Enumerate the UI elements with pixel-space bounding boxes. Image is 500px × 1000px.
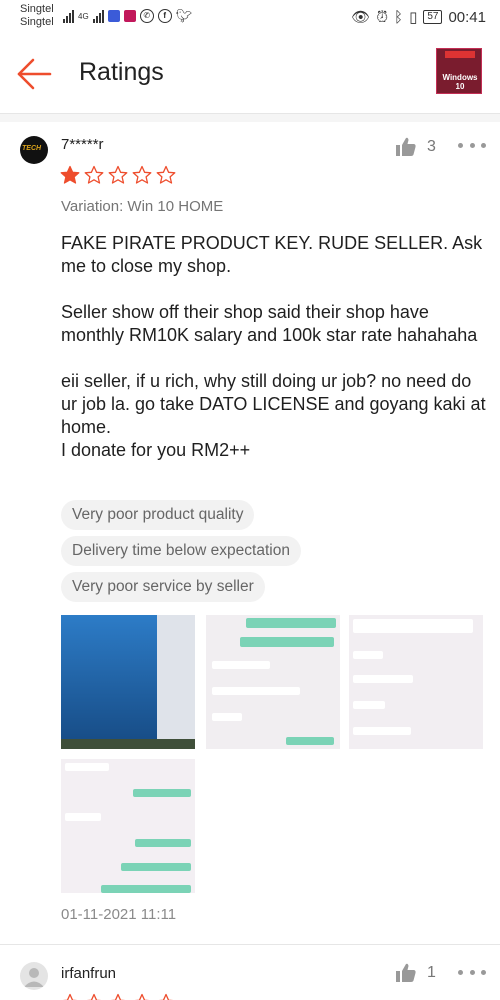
thumbs-up-icon	[396, 137, 416, 156]
app-notification-icon-2	[123, 10, 136, 22]
empty-star-icon	[87, 993, 101, 1000]
app-notification-icon	[107, 10, 120, 22]
avatar[interactable]	[20, 962, 48, 990]
review-paragraph: eii seller, if u rich, why still doing u…	[61, 371, 486, 460]
filled-star-icon	[60, 165, 80, 184]
review-tag: Very poor product quality	[61, 500, 255, 530]
star-rating	[60, 165, 176, 185]
photo-bottom-edge	[61, 739, 195, 749]
whatsapp-icon: ✆	[139, 9, 154, 23]
photo-screen-area	[61, 615, 157, 749]
like-button[interactable]: 3	[395, 137, 436, 157]
thumbnail-label: Windows 10	[442, 73, 478, 91]
network-type: 4G	[78, 11, 89, 21]
like-button[interactable]: 1	[395, 963, 436, 983]
star-rating	[60, 993, 176, 1000]
review-photo[interactable]	[349, 615, 483, 749]
carrier-labels: Singtel Singtel	[20, 3, 54, 29]
review-photo[interactable]	[206, 615, 340, 749]
signal-icon	[63, 9, 74, 23]
empty-star-icon	[159, 993, 173, 1000]
more-options-icon[interactable]	[458, 967, 486, 977]
empty-star-icon	[111, 993, 125, 1000]
clock: 00:41	[448, 8, 486, 26]
thumbnail-banner	[445, 51, 475, 58]
avatar-logo: TECH	[22, 145, 42, 152]
eye-comfort-icon: 👁︎	[351, 9, 371, 26]
review-paragraph: Seller show off their shop said their sh…	[61, 302, 478, 345]
variation-label: Variation: Win 10 HOME	[61, 198, 224, 215]
battery-icon: 57	[423, 10, 443, 24]
review-tag: Delivery time below expectation	[61, 536, 301, 566]
section-gap	[0, 114, 500, 122]
bluetooth-icon: ᛒ	[394, 8, 404, 26]
status-icons-left: 4G ✆ f 🐦︎	[63, 8, 192, 24]
product-thumbnail[interactable]: Windows 10	[436, 48, 482, 94]
review-date: 01-11-2021 11:11	[61, 906, 177, 923]
more-options-icon[interactable]	[458, 140, 486, 150]
empty-star-icon	[108, 165, 128, 184]
thumbs-up-icon	[396, 963, 416, 982]
empty-star-icon	[63, 993, 77, 1000]
review-tag: Very poor service by seller	[61, 572, 265, 602]
twitter-icon: 🐦︎	[175, 8, 193, 23]
default-avatar-icon	[24, 968, 44, 987]
empty-star-icon	[84, 165, 104, 184]
review-photo[interactable]	[61, 759, 195, 893]
page-title: Ratings	[79, 58, 164, 86]
like-count: 3	[427, 138, 436, 155]
facebook-icon: f	[157, 9, 172, 23]
back-arrow-icon[interactable]	[14, 54, 54, 94]
app-header: Ratings Windows 10	[0, 38, 500, 114]
carrier-name-secondary: Singtel	[20, 16, 54, 28]
avatar[interactable]: TECH	[20, 136, 48, 164]
alarm-icon: ⏰︎	[376, 8, 389, 26]
review-body: FAKE PIRATE PRODUCT KEY. RUDE SELLER. As…	[61, 232, 486, 462]
status-bar: Singtel Singtel 4G ✆ f 🐦︎ 👁︎ ⏰︎ ᛒ ▯ 57 0…	[0, 0, 500, 38]
reviewer-username[interactable]: 7*****r	[61, 136, 104, 153]
like-count: 1	[427, 964, 436, 981]
empty-star-icon	[135, 993, 149, 1000]
carrier-name: Singtel	[20, 3, 54, 15]
review-paragraph: FAKE PIRATE PRODUCT KEY. RUDE SELLER. As…	[61, 233, 483, 276]
review-photo[interactable]	[61, 615, 195, 749]
signal-icon-secondary	[92, 9, 104, 23]
status-icons-right: 👁︎ ⏰︎ ᛒ ▯ 57 00:41	[351, 8, 486, 27]
vibrate-icon: ▯	[409, 9, 418, 26]
review-tags: Very poor product quality Delivery time …	[61, 500, 301, 608]
reviewer-username[interactable]: irfanfrun	[61, 965, 116, 982]
empty-star-icon	[132, 165, 152, 184]
photo-side-panel	[157, 615, 195, 749]
review-divider	[0, 944, 500, 945]
empty-star-icon	[156, 165, 176, 184]
